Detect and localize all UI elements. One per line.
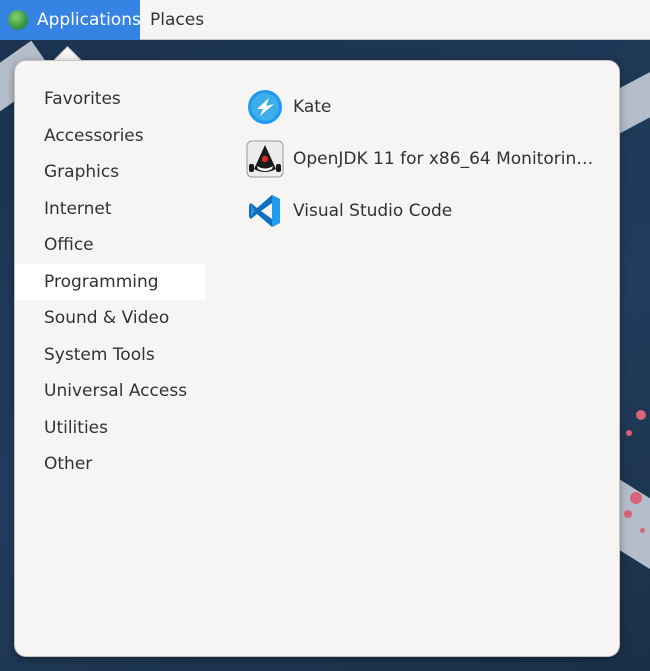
distro-logo-icon <box>8 10 28 30</box>
vscode-icon <box>245 191 285 231</box>
category-list: Favorites Accessories Graphics Internet … <box>15 81 205 483</box>
top-panel: Applications Places <box>0 0 650 40</box>
app-label: Kate <box>293 97 332 117</box>
places-menu-button[interactable]: Places <box>140 0 204 40</box>
category-label: System Tools <box>44 344 155 365</box>
category-item-favorites[interactable]: Favorites <box>15 81 205 118</box>
category-label: Programming <box>44 271 159 292</box>
category-item-accessories[interactable]: Accessories <box>15 118 205 155</box>
category-label: Universal Access <box>44 381 188 402</box>
category-label: Accessories <box>44 125 144 146</box>
app-item-openjdk-monitoring[interactable]: OpenJDK 11 for x86_64 Monitorin… <box>245 133 605 185</box>
category-label: Internet <box>44 198 112 219</box>
applications-label: Applications <box>37 10 141 30</box>
category-item-programming[interactable]: Programming <box>15 263 205 300</box>
app-item-visual-studio-code[interactable]: Visual Studio Code <box>245 185 605 237</box>
app-label: OpenJDK 11 for x86_64 Monitorin… <box>293 149 594 169</box>
places-label: Places <box>150 10 205 30</box>
category-label: Favorites <box>44 89 121 110</box>
category-item-system-tools[interactable]: System Tools <box>15 337 205 374</box>
kate-icon <box>245 87 285 127</box>
category-label: Sound & Video <box>44 308 170 329</box>
category-item-internet[interactable]: Internet <box>15 191 205 228</box>
applications-menu: Favorites Accessories Graphics Internet … <box>14 60 620 657</box>
app-list: Kate OpenJDK 11 for x86_64 Monitorin… Vi… <box>245 81 605 237</box>
category-label: Utilities <box>44 417 108 438</box>
applications-menu-button[interactable]: Applications <box>0 0 141 40</box>
category-item-office[interactable]: Office <box>15 227 205 264</box>
category-item-other[interactable]: Other <box>15 446 205 483</box>
category-label: Graphics <box>44 162 120 183</box>
category-label: Other <box>44 454 93 475</box>
java-duke-icon <box>245 139 285 179</box>
category-item-universal-access[interactable]: Universal Access <box>15 373 205 410</box>
category-item-graphics[interactable]: Graphics <box>15 154 205 191</box>
app-item-kate[interactable]: Kate <box>245 81 605 133</box>
app-label: Visual Studio Code <box>293 201 453 221</box>
category-item-sound-video[interactable]: Sound & Video <box>15 300 205 337</box>
category-item-utilities[interactable]: Utilities <box>15 410 205 447</box>
category-label: Office <box>44 235 94 256</box>
